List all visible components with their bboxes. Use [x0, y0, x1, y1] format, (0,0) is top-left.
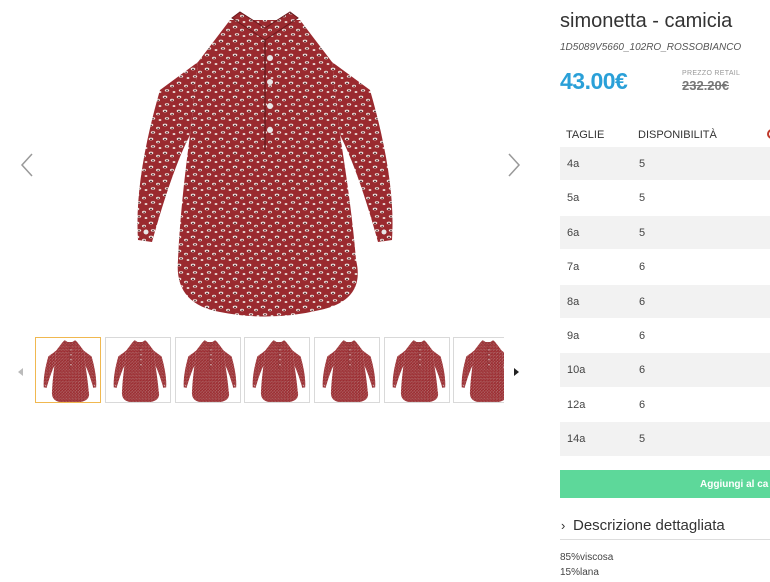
size-value: 5a	[567, 192, 580, 205]
thumbnail-2[interactable]	[105, 337, 171, 403]
retail-price-label: PREZZO RETAIL	[682, 70, 741, 77]
description-toggle-label: Descrizione dettagliata	[573, 517, 725, 534]
size-table-header: TAGLIE DISPONIBILITÀ	[560, 125, 770, 147]
thumbnail-strip	[14, 336, 526, 404]
chevron-right-icon	[505, 153, 523, 182]
size-row: 9a 6	[560, 319, 770, 354]
caret-right-icon	[514, 368, 519, 376]
product-info: simonetta - camicia 1D5089V5660_102RO_RO…	[560, 0, 770, 582]
availability-column-header: DISPONIBILITÀ	[638, 129, 717, 141]
size-value: 9a	[567, 329, 580, 342]
composition-item: 85%viscosa	[560, 552, 614, 563]
size-row: 8a 6	[560, 284, 770, 319]
product-price: 43.00€	[560, 68, 628, 94]
thumbnail-1[interactable]	[35, 337, 101, 403]
composition-list: 85%viscosa 15%lana	[560, 550, 613, 580]
availability-value: 6	[639, 261, 646, 274]
product-title: simonetta - camicia	[560, 10, 733, 32]
size-column-header: TAGLIE	[566, 129, 605, 141]
availability-value: 6	[639, 329, 646, 342]
thumbnail-7[interactable]	[453, 337, 504, 403]
main-product-image	[120, 10, 410, 320]
size-value: 4a	[567, 158, 580, 170]
prev-image-button[interactable]	[18, 152, 36, 178]
thumbnail-5[interactable]	[314, 337, 380, 403]
thumb-prev-button[interactable]	[17, 364, 25, 376]
size-value: 12a	[567, 398, 586, 411]
size-value: 7a	[567, 261, 580, 274]
size-value: 8a	[567, 295, 580, 308]
thumbnail-6[interactable]	[384, 337, 450, 403]
size-row: 12a 6	[560, 388, 770, 423]
size-row: 6a 5	[560, 215, 770, 251]
size-row: 10a 6	[560, 353, 770, 388]
availability-value: 6	[639, 364, 646, 377]
size-table: TAGLIE DISPONIBILITÀ 4a 5 5a 5 6a 5 7a 6 8a 6 9a 6 1…	[560, 125, 770, 457]
chevron-left-icon	[18, 153, 36, 182]
description-toggle[interactable]: › Descrizione dettagliata	[560, 514, 770, 540]
size-row: 5a 5	[560, 181, 770, 216]
thumb-next-button[interactable]	[512, 364, 520, 376]
chevron-right-icon: ›	[561, 518, 566, 533]
availability-value: 5	[639, 226, 646, 239]
next-image-button[interactable]	[505, 152, 523, 178]
availability-value: 5	[639, 192, 646, 205]
availability-value: 5	[639, 433, 646, 446]
size-value: 14a	[567, 433, 586, 446]
thumbnail-4[interactable]	[244, 337, 310, 403]
composition-item: 15%lana	[560, 567, 599, 578]
thumbnail-3[interactable]	[175, 337, 241, 403]
size-row: 4a 5	[560, 147, 770, 182]
retail-price: 232.20€	[682, 78, 729, 93]
size-value: 6a	[567, 226, 580, 239]
add-to-cart-button[interactable]: Aggiungi al ca	[560, 470, 770, 498]
size-value: 10a	[567, 364, 586, 377]
availability-value: 6	[639, 398, 646, 411]
product-sku: 1D5089V5660_102RO_ROSSOBIANCO	[560, 42, 742, 53]
availability-value: 5	[639, 158, 646, 170]
size-row: 14a 5	[560, 422, 770, 457]
caret-left-icon	[18, 368, 23, 376]
availability-value: 6	[639, 295, 646, 308]
size-row: 7a 6	[560, 250, 770, 285]
